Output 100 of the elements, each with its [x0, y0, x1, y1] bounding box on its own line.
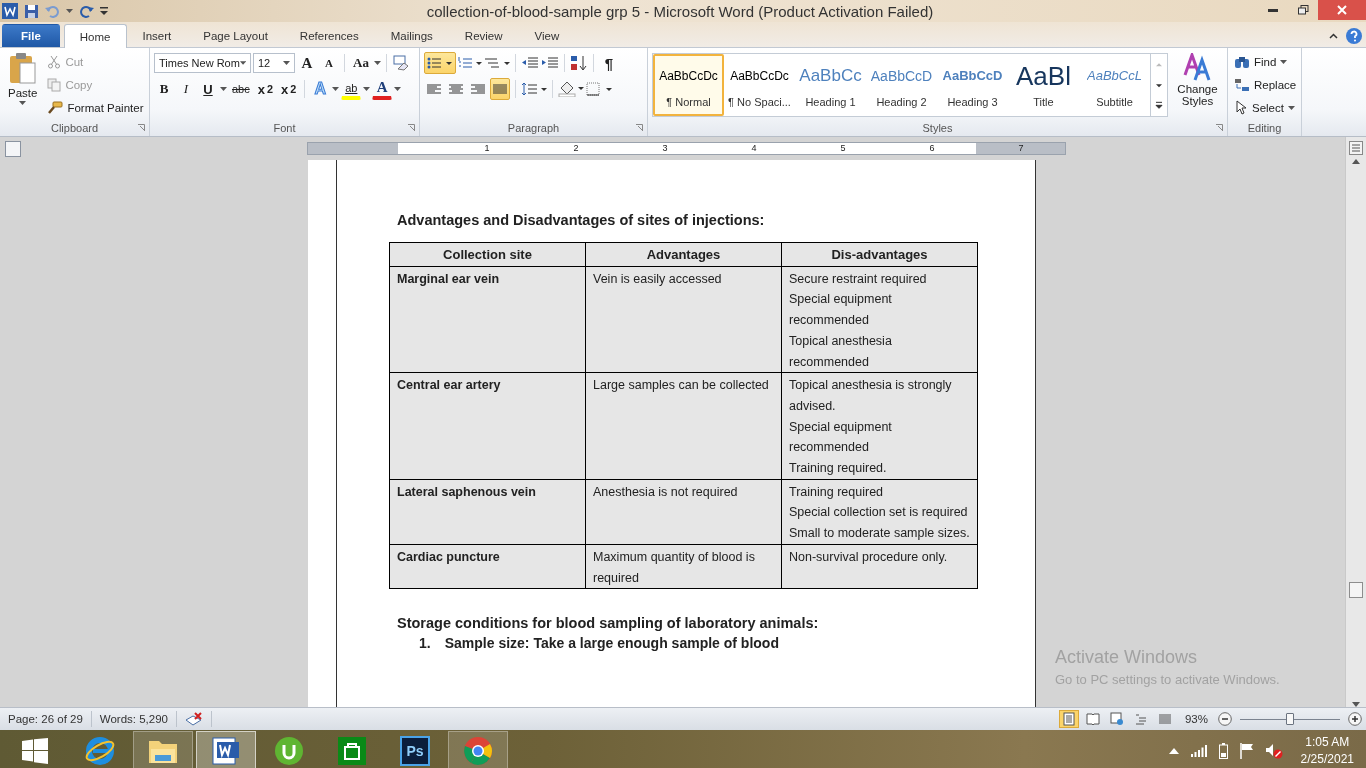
bullets-button[interactable] [424, 52, 456, 74]
save-icon[interactable] [24, 3, 39, 19]
clock-date[interactable]: 2/25/2021 [1300, 750, 1354, 768]
multilevel-list-icon[interactable] [484, 56, 510, 70]
ribbon-tab[interactable]: Mailings [374, 24, 449, 47]
highlight-button[interactable]: ab [341, 78, 362, 100]
replace-button[interactable]: Replace [1232, 74, 1299, 95]
zoom-slider-thumb[interactable] [1286, 713, 1294, 725]
painter-button[interactable]: Format Painter [45, 97, 146, 118]
customize-toolbar-icon[interactable] [100, 6, 108, 16]
ruler-number: 3 [662, 143, 668, 154]
chrome-browser-icon [463, 735, 493, 766]
style-item[interactable]: AaBbCc Heading 1 [795, 54, 866, 116]
dialog-launcher-icon[interactable] [138, 124, 145, 131]
style-item[interactable]: AaBbCcD Heading 3 [937, 54, 1008, 116]
page-count[interactable]: Page: 26 of 29 [0, 711, 92, 727]
taskbar-app-button[interactable] [196, 731, 256, 768]
caret-icon [373, 61, 381, 65]
grow-font-button[interactable]: A [297, 52, 317, 74]
shrink-font-button[interactable]: A [319, 52, 339, 74]
dialog-launcher-icon[interactable] [1216, 124, 1223, 131]
section-heading: Advantages and Disadvantages of sites of injections: [397, 212, 766, 228]
table-cell-line: Non-survival procedure only. [789, 548, 949, 566]
redo-icon[interactable] [79, 4, 94, 18]
ruler-number: 4 [751, 143, 757, 154]
show-formatting-button[interactable]: ¶ [599, 52, 619, 74]
ribbon-tab[interactable]: Home [63, 24, 127, 48]
ribbon-tab[interactable]: Insert [126, 24, 188, 47]
decrease-indent-icon[interactable] [521, 57, 539, 69]
font-name-field[interactable]: Times New Rom [154, 53, 251, 73]
vertical-scrollbar[interactable] [1345, 137, 1366, 707]
style-item[interactable]: AaBbCcDc ¶ No Spaci... [724, 54, 795, 116]
find-button[interactable]: Find [1232, 51, 1299, 72]
ribbon-tab[interactable]: Review [448, 24, 519, 47]
change-case-button[interactable]: Aa [350, 52, 372, 74]
zoom-in-icon[interactable] [1348, 712, 1362, 726]
proofing-error-icon[interactable] [185, 712, 203, 726]
line-spacing-icon[interactable] [521, 82, 547, 96]
window-title: collection-of-blood-sample grp 5 - Microsoft Word (Product Activation Failed) [426, 2, 934, 20]
table-cell-line: Special equipment recommended [789, 418, 893, 457]
bold-button[interactable]: B [154, 78, 174, 100]
caret-icon [363, 87, 371, 91]
eraser-icon[interactable] [391, 55, 410, 71]
borders-icon[interactable] [586, 82, 612, 96]
help-icon[interactable] [1346, 28, 1362, 44]
caret-icon [239, 61, 246, 65]
signal-bars-icon[interactable] [1190, 744, 1207, 757]
table-cell-line: Topical anesthesia is strongly advised. [789, 377, 953, 415]
strikethrough-button[interactable]: abc [229, 78, 253, 100]
style-item[interactable]: AaBbCcD Heading 2 [866, 54, 937, 116]
taskbar-app-button[interactable] [133, 731, 193, 768]
numbered-list-icon[interactable] [458, 57, 482, 69]
ribbon-tab[interactable]: Page Layout [187, 24, 284, 47]
group-label: Paragraph [507, 122, 560, 134]
table-cell-line: Topical anesthesia recommended [789, 332, 893, 371]
style-item[interactable]: AaBbCcL Subtitle [1079, 54, 1150, 116]
underline-button[interactable]: U [198, 78, 218, 100]
select-button[interactable]: Select [1232, 97, 1299, 118]
taskbar-app-button[interactable]: Ps [385, 731, 445, 768]
minimize-icon [1268, 8, 1278, 12]
battery-icon[interactable] [1218, 742, 1228, 759]
zoom-level[interactable]: 93% [1184, 713, 1208, 725]
paste-button[interactable]: Paste [4, 51, 42, 120]
align-justify-button[interactable] [490, 78, 510, 100]
word-app-icon [211, 735, 241, 766]
dialog-launcher-icon[interactable] [408, 124, 415, 131]
shading-bucket-icon[interactable] [558, 81, 584, 97]
ribbon-tab[interactable]: References [283, 24, 375, 47]
style-item[interactable]: AaBl Title [1008, 54, 1079, 116]
ribbon-tab[interactable]: View [518, 24, 576, 47]
group-label: Font [273, 122, 296, 134]
print-view-button[interactable] [1058, 710, 1079, 728]
caret-icon [1280, 59, 1288, 64]
view-ruler-icon[interactable] [1349, 141, 1363, 155]
speaker-muted-icon[interactable] [1265, 742, 1283, 759]
italic-button[interactable]: I [176, 78, 196, 100]
taskbar-app-button[interactable] [448, 731, 508, 768]
sort-icon[interactable] [570, 55, 588, 71]
file-tab[interactable]: File [2, 24, 60, 47]
dialog-launcher-icon[interactable] [636, 124, 643, 131]
tab-selector-button[interactable] [5, 140, 21, 157]
show-hidden-icons-icon[interactable] [1168, 747, 1179, 754]
increase-indent-icon[interactable] [541, 57, 559, 69]
ruler-number: 6 [929, 143, 935, 154]
flag-icon[interactable] [1239, 742, 1254, 759]
font-color-button[interactable]: A [372, 78, 393, 100]
start-windows-icon[interactable] [22, 737, 48, 764]
word-count[interactable]: Words: 5,290 [91, 711, 177, 727]
scroll-up-icon[interactable] [1352, 159, 1360, 164]
caret-icon [394, 87, 402, 91]
pointer-icon [1234, 100, 1248, 115]
zoom-out-icon[interactable] [1218, 712, 1232, 726]
table-cell-line: Small to moderate sample sizes. [789, 525, 970, 543]
change-styles-button[interactable]: Change Styles [1172, 51, 1223, 120]
scrollbar-thumb[interactable] [1349, 582, 1363, 598]
minimize-ribbon-icon[interactable] [1329, 33, 1338, 39]
clock-time[interactable]: 1:05 AM [1300, 733, 1354, 751]
font-size-field[interactable]: 12 [253, 53, 295, 73]
list-number: 1. [419, 635, 431, 652]
style-item[interactable]: AaBbCcDc ¶ Normal [653, 54, 724, 116]
